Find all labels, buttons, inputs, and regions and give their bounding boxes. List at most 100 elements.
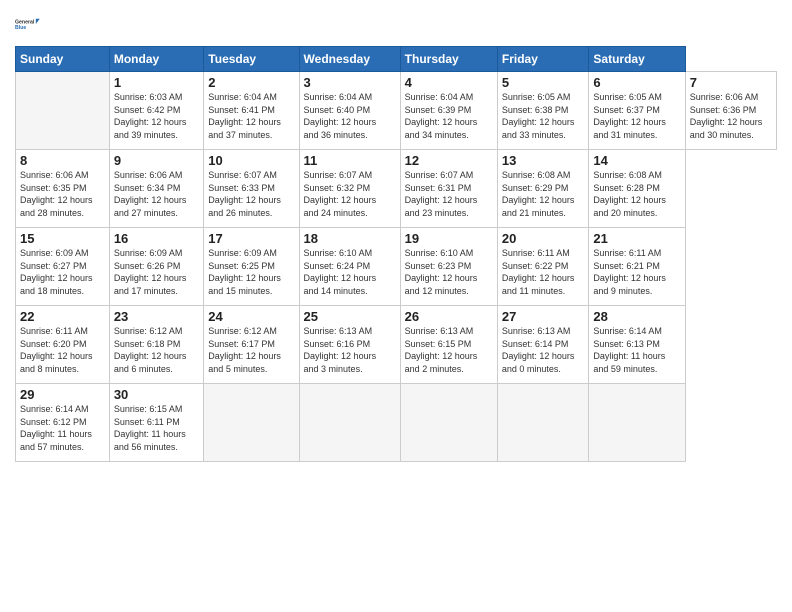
- calendar-table: SundayMondayTuesdayWednesdayThursdayFrid…: [15, 46, 777, 462]
- day-cell-7: 7Sunrise: 6:06 AMSunset: 6:36 PMDaylight…: [685, 72, 776, 150]
- week-row-5: 29Sunrise: 6:14 AMSunset: 6:12 PMDayligh…: [16, 384, 777, 462]
- day-info: Sunrise: 6:12 AMSunset: 6:18 PMDaylight:…: [114, 325, 199, 375]
- day-cell-21: 21Sunrise: 6:11 AMSunset: 6:21 PMDayligh…: [589, 228, 685, 306]
- day-info: Sunrise: 6:10 AMSunset: 6:23 PMDaylight:…: [405, 247, 493, 297]
- day-number: 16: [114, 231, 199, 246]
- day-info: Sunrise: 6:14 AMSunset: 6:12 PMDaylight:…: [20, 403, 105, 453]
- day-number: 11: [304, 153, 396, 168]
- day-number: 29: [20, 387, 105, 402]
- day-cell-5: 5Sunrise: 6:05 AMSunset: 6:38 PMDaylight…: [497, 72, 589, 150]
- day-number: 3: [304, 75, 396, 90]
- day-cell-13: 13Sunrise: 6:08 AMSunset: 6:29 PMDayligh…: [497, 150, 589, 228]
- empty-cell: [204, 384, 299, 462]
- day-info: Sunrise: 6:07 AMSunset: 6:32 PMDaylight:…: [304, 169, 396, 219]
- day-number: 27: [502, 309, 585, 324]
- day-cell-27: 27Sunrise: 6:13 AMSunset: 6:14 PMDayligh…: [497, 306, 589, 384]
- day-cell-26: 26Sunrise: 6:13 AMSunset: 6:15 PMDayligh…: [400, 306, 497, 384]
- day-info: Sunrise: 6:13 AMSunset: 6:14 PMDaylight:…: [502, 325, 585, 375]
- day-info: Sunrise: 6:05 AMSunset: 6:38 PMDaylight:…: [502, 91, 585, 141]
- day-number: 18: [304, 231, 396, 246]
- day-info: Sunrise: 6:06 AMSunset: 6:35 PMDaylight:…: [20, 169, 105, 219]
- weekday-header-tuesday: Tuesday: [204, 47, 299, 72]
- day-cell-3: 3Sunrise: 6:04 AMSunset: 6:40 PMDaylight…: [299, 72, 400, 150]
- day-number: 20: [502, 231, 585, 246]
- day-cell-16: 16Sunrise: 6:09 AMSunset: 6:26 PMDayligh…: [109, 228, 203, 306]
- day-cell-15: 15Sunrise: 6:09 AMSunset: 6:27 PMDayligh…: [16, 228, 110, 306]
- day-number: 12: [405, 153, 493, 168]
- day-cell-24: 24Sunrise: 6:12 AMSunset: 6:17 PMDayligh…: [204, 306, 299, 384]
- day-cell-12: 12Sunrise: 6:07 AMSunset: 6:31 PMDayligh…: [400, 150, 497, 228]
- day-info: Sunrise: 6:13 AMSunset: 6:16 PMDaylight:…: [304, 325, 396, 375]
- week-row-4: 22Sunrise: 6:11 AMSunset: 6:20 PMDayligh…: [16, 306, 777, 384]
- day-info: Sunrise: 6:12 AMSunset: 6:17 PMDaylight:…: [208, 325, 294, 375]
- day-info: Sunrise: 6:08 AMSunset: 6:29 PMDaylight:…: [502, 169, 585, 219]
- day-cell-17: 17Sunrise: 6:09 AMSunset: 6:25 PMDayligh…: [204, 228, 299, 306]
- day-info: Sunrise: 6:10 AMSunset: 6:24 PMDaylight:…: [304, 247, 396, 297]
- day-number: 17: [208, 231, 294, 246]
- day-number: 9: [114, 153, 199, 168]
- day-cell-1: 1Sunrise: 6:03 AMSunset: 6:42 PMDaylight…: [109, 72, 203, 150]
- day-info: Sunrise: 6:06 AMSunset: 6:36 PMDaylight:…: [690, 91, 772, 141]
- day-number: 5: [502, 75, 585, 90]
- svg-text:Blue: Blue: [15, 25, 26, 31]
- calendar-page: GeneralBlue SundayMondayTuesdayWednesday…: [0, 0, 792, 612]
- page-header: GeneralBlue: [15, 10, 777, 38]
- day-info: Sunrise: 6:09 AMSunset: 6:27 PMDaylight:…: [20, 247, 105, 297]
- day-cell-18: 18Sunrise: 6:10 AMSunset: 6:24 PMDayligh…: [299, 228, 400, 306]
- week-row-1: 1Sunrise: 6:03 AMSunset: 6:42 PMDaylight…: [16, 72, 777, 150]
- empty-cell: [299, 384, 400, 462]
- day-cell-25: 25Sunrise: 6:13 AMSunset: 6:16 PMDayligh…: [299, 306, 400, 384]
- day-info: Sunrise: 6:03 AMSunset: 6:42 PMDaylight:…: [114, 91, 199, 141]
- day-number: 15: [20, 231, 105, 246]
- day-info: Sunrise: 6:09 AMSunset: 6:25 PMDaylight:…: [208, 247, 294, 297]
- weekday-header-sunday: Sunday: [16, 47, 110, 72]
- day-cell-9: 9Sunrise: 6:06 AMSunset: 6:34 PMDaylight…: [109, 150, 203, 228]
- day-number: 1: [114, 75, 199, 90]
- day-info: Sunrise: 6:09 AMSunset: 6:26 PMDaylight:…: [114, 247, 199, 297]
- weekday-header-wednesday: Wednesday: [299, 47, 400, 72]
- day-info: Sunrise: 6:11 AMSunset: 6:20 PMDaylight:…: [20, 325, 105, 375]
- empty-cell: [16, 72, 110, 150]
- day-number: 10: [208, 153, 294, 168]
- day-cell-11: 11Sunrise: 6:07 AMSunset: 6:32 PMDayligh…: [299, 150, 400, 228]
- day-cell-19: 19Sunrise: 6:10 AMSunset: 6:23 PMDayligh…: [400, 228, 497, 306]
- day-cell-20: 20Sunrise: 6:11 AMSunset: 6:22 PMDayligh…: [497, 228, 589, 306]
- day-cell-28: 28Sunrise: 6:14 AMSunset: 6:13 PMDayligh…: [589, 306, 685, 384]
- day-info: Sunrise: 6:11 AMSunset: 6:21 PMDaylight:…: [593, 247, 680, 297]
- day-cell-10: 10Sunrise: 6:07 AMSunset: 6:33 PMDayligh…: [204, 150, 299, 228]
- day-info: Sunrise: 6:15 AMSunset: 6:11 PMDaylight:…: [114, 403, 199, 453]
- weekday-header-thursday: Thursday: [400, 47, 497, 72]
- day-number: 25: [304, 309, 396, 324]
- day-info: Sunrise: 6:08 AMSunset: 6:28 PMDaylight:…: [593, 169, 680, 219]
- empty-cell: [400, 384, 497, 462]
- weekday-header-friday: Friday: [497, 47, 589, 72]
- day-number: 24: [208, 309, 294, 324]
- day-info: Sunrise: 6:06 AMSunset: 6:34 PMDaylight:…: [114, 169, 199, 219]
- day-info: Sunrise: 6:07 AMSunset: 6:31 PMDaylight:…: [405, 169, 493, 219]
- weekday-header-saturday: Saturday: [589, 47, 685, 72]
- day-info: Sunrise: 6:14 AMSunset: 6:13 PMDaylight:…: [593, 325, 680, 375]
- day-cell-8: 8Sunrise: 6:06 AMSunset: 6:35 PMDaylight…: [16, 150, 110, 228]
- day-cell-4: 4Sunrise: 6:04 AMSunset: 6:39 PMDaylight…: [400, 72, 497, 150]
- day-cell-22: 22Sunrise: 6:11 AMSunset: 6:20 PMDayligh…: [16, 306, 110, 384]
- day-cell-23: 23Sunrise: 6:12 AMSunset: 6:18 PMDayligh…: [109, 306, 203, 384]
- weekday-header-monday: Monday: [109, 47, 203, 72]
- day-info: Sunrise: 6:04 AMSunset: 6:39 PMDaylight:…: [405, 91, 493, 141]
- empty-cell: [497, 384, 589, 462]
- day-number: 21: [593, 231, 680, 246]
- day-info: Sunrise: 6:04 AMSunset: 6:40 PMDaylight:…: [304, 91, 396, 141]
- day-info: Sunrise: 6:11 AMSunset: 6:22 PMDaylight:…: [502, 247, 585, 297]
- logo-icon: GeneralBlue: [15, 10, 43, 38]
- day-number: 30: [114, 387, 199, 402]
- day-cell-2: 2Sunrise: 6:04 AMSunset: 6:41 PMDaylight…: [204, 72, 299, 150]
- day-number: 8: [20, 153, 105, 168]
- day-cell-29: 29Sunrise: 6:14 AMSunset: 6:12 PMDayligh…: [16, 384, 110, 462]
- day-number: 26: [405, 309, 493, 324]
- day-number: 28: [593, 309, 680, 324]
- day-info: Sunrise: 6:05 AMSunset: 6:37 PMDaylight:…: [593, 91, 680, 141]
- logo: GeneralBlue: [15, 10, 43, 38]
- day-number: 4: [405, 75, 493, 90]
- day-cell-14: 14Sunrise: 6:08 AMSunset: 6:28 PMDayligh…: [589, 150, 685, 228]
- day-number: 6: [593, 75, 680, 90]
- day-cell-6: 6Sunrise: 6:05 AMSunset: 6:37 PMDaylight…: [589, 72, 685, 150]
